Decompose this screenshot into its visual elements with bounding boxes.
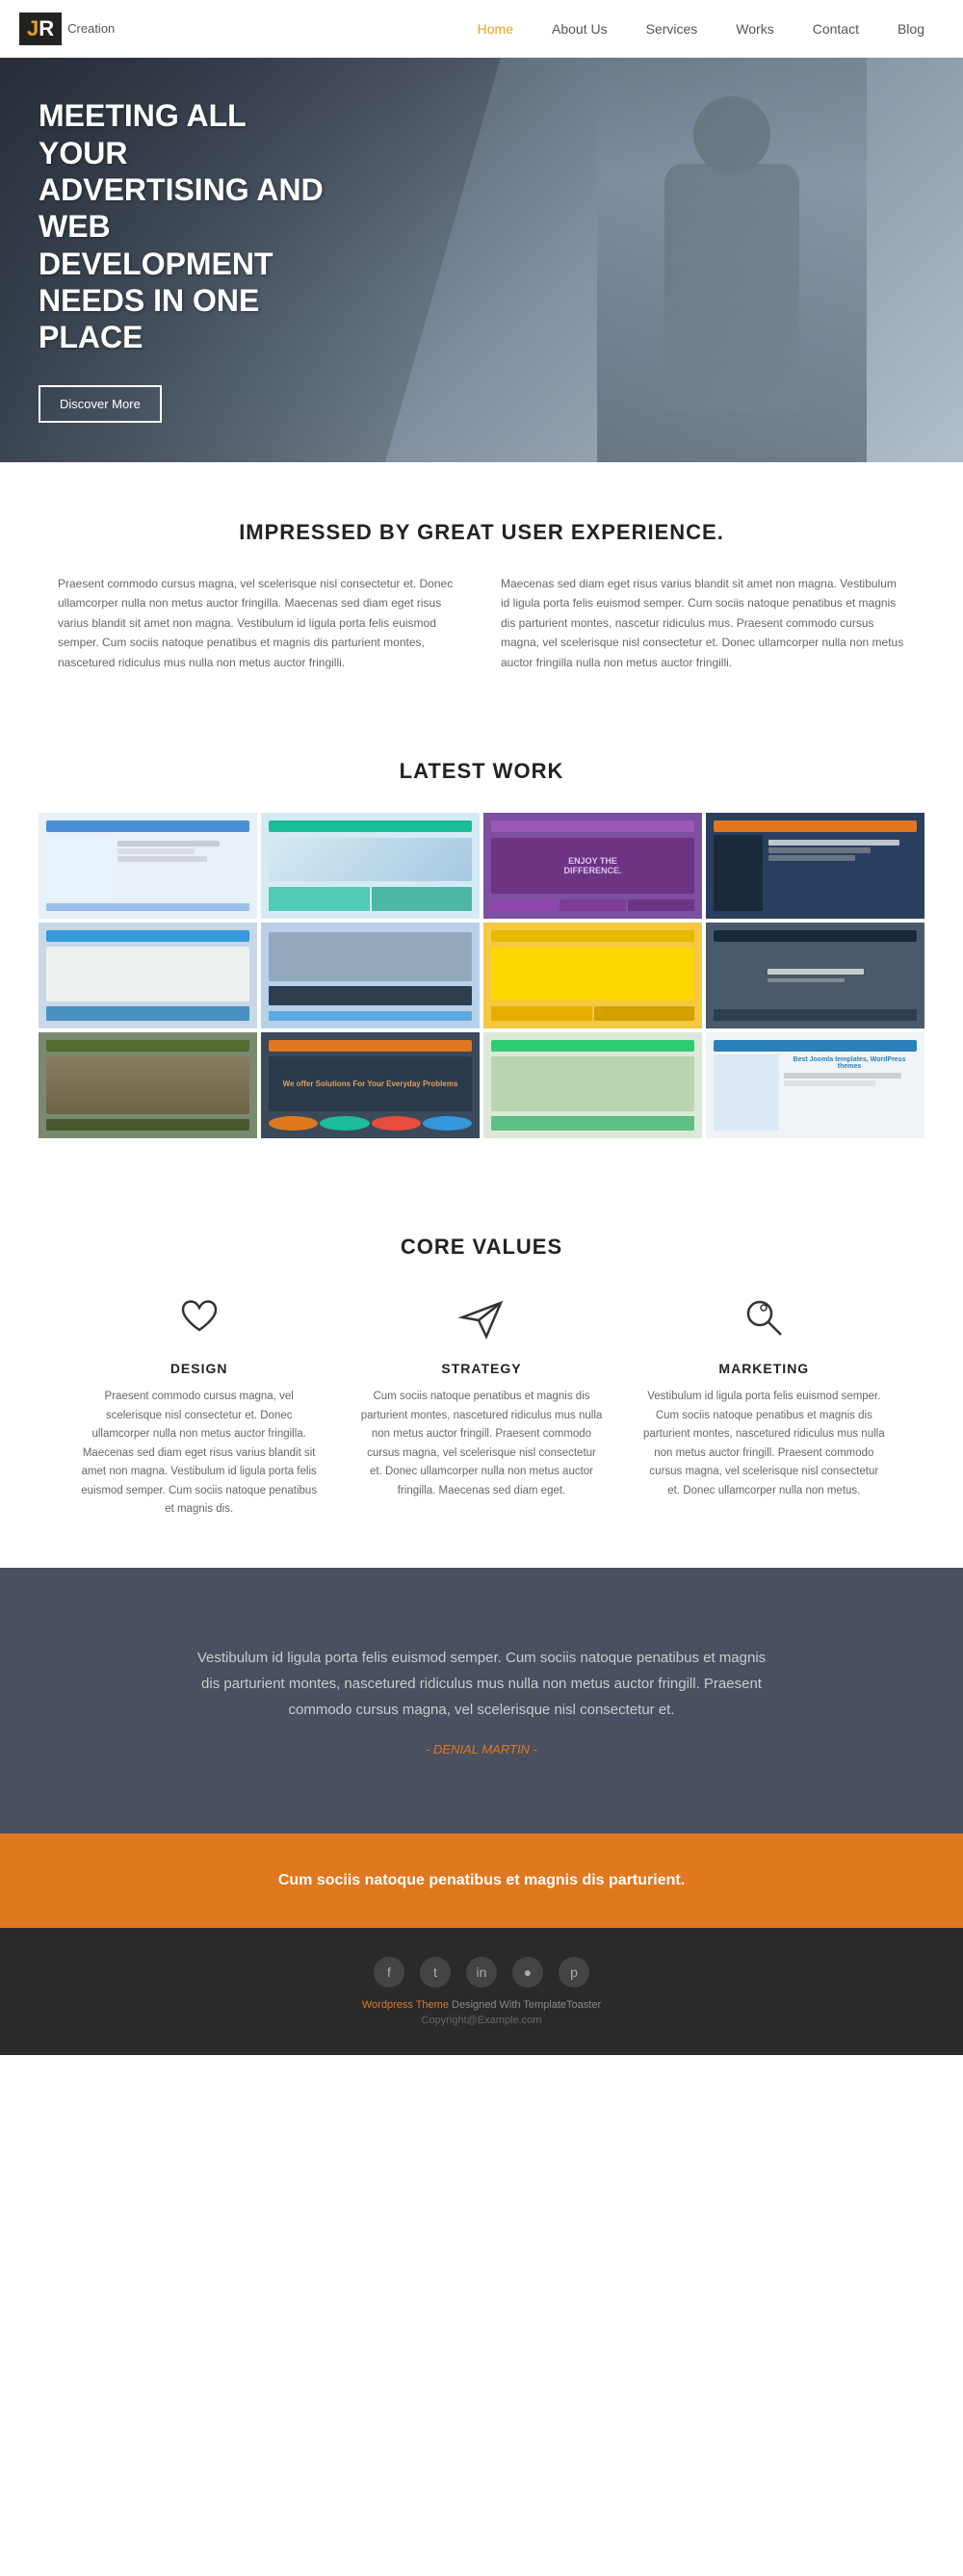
testimonial-author: - DENIAL MARTIN - <box>96 1742 867 1756</box>
core-strategy-label: STRATEGY <box>359 1361 603 1376</box>
work-item-2[interactable] <box>261 813 480 919</box>
work-item-5[interactable] <box>39 923 257 1028</box>
logo-jr: JR <box>19 13 62 45</box>
footer-credit-suffix: Designed With TemplateToaster <box>449 1999 601 2011</box>
core-marketing-text: Vestibulum id ligula porta felis euismod… <box>642 1388 886 1500</box>
nav-contact[interactable]: Contact <box>794 0 878 58</box>
core-columns: DESIGN Praesent commodo cursus magna, ve… <box>58 1288 905 1520</box>
latest-work-title: LATEST WORK <box>39 759 924 784</box>
cta-section: Cum sociis natoque penatibus et magnis d… <box>0 1834 963 1928</box>
nav-services[interactable]: Services <box>627 0 717 58</box>
impressed-columns: Praesent commodo cursus magna, vel scele… <box>58 574 905 672</box>
core-values-section: CORE VALUES DESIGN Praesent commodo curs… <box>0 1186 963 1568</box>
paper-plane-icon <box>453 1288 510 1346</box>
testimonial-text: Vestibulum id ligula porta felis euismod… <box>193 1645 770 1723</box>
work-item-9[interactable] <box>39 1032 257 1138</box>
social-linkedin[interactable]: in <box>466 1957 497 1988</box>
footer-credit: Wordpress Theme Designed With TemplateTo… <box>39 1999 924 2011</box>
search-icon <box>735 1288 793 1346</box>
work-item-8[interactable] <box>706 923 924 1028</box>
hero-section: MEETING ALL YOUR ADVERTISING AND WEB DEV… <box>0 58 963 462</box>
social-facebook[interactable]: f <box>374 1957 404 1988</box>
social-rss[interactable]: ● <box>512 1957 543 1988</box>
work-grid: ENJOY THEDIFFERENCE. <box>39 813 924 1138</box>
core-marketing: MARKETING Vestibulum id ligula porta fel… <box>623 1288 905 1520</box>
core-design: DESIGN Praesent commodo cursus magna, ve… <box>58 1288 340 1520</box>
discover-more-button[interactable]: Discover More <box>39 385 162 423</box>
core-design-label: DESIGN <box>77 1361 321 1376</box>
testimonial-section: Vestibulum id ligula porta felis euismod… <box>0 1568 963 1834</box>
impressed-section: IMPRESSED BY GREAT USER EXPERIENCE. Prae… <box>0 462 963 720</box>
work-item-10[interactable]: We offer Solutions For Your Everyday Pro… <box>261 1032 480 1138</box>
nav-about[interactable]: About Us <box>533 0 627 58</box>
footer-copyright: Copyright@Example.com <box>39 2015 924 2026</box>
work-item-4[interactable] <box>706 813 924 919</box>
impressed-col-1: Praesent commodo cursus magna, vel scele… <box>58 574 462 672</box>
core-strategy-text: Cum sociis natoque penatibus et magnis d… <box>359 1388 603 1500</box>
impressed-title: IMPRESSED BY GREAT USER EXPERIENCE. <box>58 520 905 545</box>
hero-title: MEETING ALL YOUR ADVERTISING AND WEB DEV… <box>39 97 327 356</box>
work-item-3[interactable]: ENJOY THEDIFFERENCE. <box>483 813 702 919</box>
work-item-1[interactable] <box>39 813 257 919</box>
core-design-text: Praesent commodo cursus magna, vel scele… <box>77 1388 321 1520</box>
work-item-12[interactable]: Best Joomla templates, WordPress themes <box>706 1032 924 1138</box>
social-twitter[interactable]: t <box>420 1957 451 1988</box>
logo-text: Creation <box>67 21 115 36</box>
core-marketing-label: MARKETING <box>642 1361 886 1376</box>
footer-credit-link[interactable]: Wordpress Theme <box>362 1999 449 2011</box>
core-values-title: CORE VALUES <box>58 1235 905 1260</box>
core-strategy: STRATEGY Cum sociis natoque penatibus et… <box>340 1288 622 1520</box>
latest-work-section: LATEST WORK <box>0 720 963 1186</box>
cta-text: Cum sociis natoque penatibus et magnis d… <box>58 1872 905 1889</box>
navbar: JR Creation Home About Us Services Works… <box>0 0 963 58</box>
footer: f t in ● p Wordpress Theme Designed With… <box>0 1928 963 2055</box>
logo-j: J <box>27 16 39 40</box>
social-pinterest[interactable]: p <box>559 1957 589 1988</box>
footer-social: f t in ● p <box>39 1957 924 1988</box>
impressed-col-2: Maecenas sed diam eget risus varius blan… <box>501 574 905 672</box>
nav-blog[interactable]: Blog <box>878 0 944 58</box>
nav-home[interactable]: Home <box>458 0 533 58</box>
heart-icon <box>170 1288 228 1346</box>
work-item-11[interactable] <box>483 1032 702 1138</box>
nav-works[interactable]: Works <box>716 0 793 58</box>
work-item-6[interactable] <box>261 923 480 1028</box>
hero-content: MEETING ALL YOUR ADVERTISING AND WEB DEV… <box>0 97 366 423</box>
logo: JR Creation <box>19 13 115 45</box>
work-item-7[interactable] <box>483 923 702 1028</box>
hero-image <box>597 58 867 462</box>
nav-links: Home About Us Services Works Contact Blo… <box>458 0 944 58</box>
